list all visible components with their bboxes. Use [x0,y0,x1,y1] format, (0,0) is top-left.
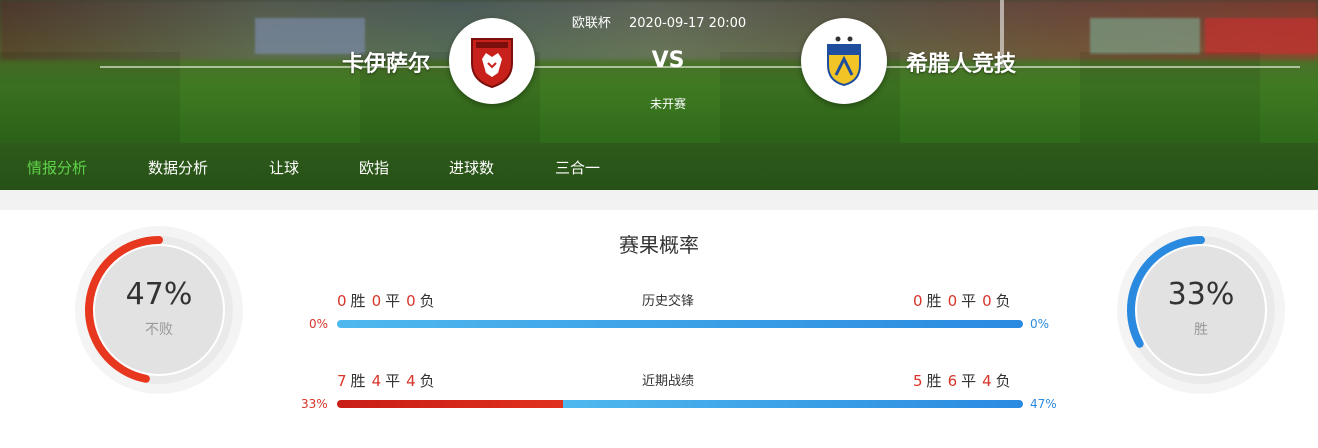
tab-intel-analysis[interactable]: 情报分析 [27,157,87,178]
tab-data-analysis[interactable]: 数据分析 [148,157,208,178]
recent-form-title: 近期战绩 [641,374,694,389]
h2h-bar-away [337,320,1023,328]
tab-three-in-one[interactable]: 三合一 [555,157,600,178]
loss-label: 负 [419,292,435,310]
away-recent-losses: 4 [982,372,992,390]
tab-handicap[interactable]: 让球 [269,157,299,178]
home-h2h-wins: 0 [337,292,347,310]
home-h2h-record: 0胜0平0负 [337,290,441,311]
tab-euro-odds[interactable]: 欧指 [359,157,389,178]
head-to-head-title: 历史交锋 [641,294,694,309]
away-ring-label: 胜 [1194,322,1208,338]
result-probability-panel: 赛果概率 47% 不败 33% 胜 历史交锋 0胜0平0负 0 胜 0 平 0 … [0,210,1318,448]
apoel-badge-icon [827,36,861,87]
loss-label: 负 [419,372,435,390]
away-team-name[interactable]: 希腊人竞技 [906,46,1016,78]
home-recent-percent: 33% [301,397,328,411]
match-datetime: 2020-09-17 20:00 [629,16,747,31]
away-h2h-percent: 0% [1030,317,1050,331]
loss-label: 负 [995,372,1011,390]
away-h2h-draws: 0 [947,292,958,310]
home-recent-draws: 4 [371,372,382,390]
draw-label: 平 [961,292,977,310]
win-label: 胜 [350,292,366,310]
draw-label: 平 [961,372,977,390]
vs-label: VS [651,48,685,73]
competition-label: 欧联杯 [571,16,611,31]
recent-bar-home [337,400,563,408]
away-recent-record: 5胜6平4负 [913,370,1017,391]
draw-label: 平 [385,292,401,310]
tab-goals[interactable]: 进球数 [449,157,494,178]
home-recent-losses: 4 [406,372,416,390]
away-h2h-losses: 0 [982,292,992,310]
home-ring-label: 不败 [145,322,173,338]
win-label: 胜 [926,292,942,310]
loss-label: 负 [995,292,1011,310]
match-status: 未开赛 [649,97,686,111]
home-recent-record: 7胜4平4负 [337,370,441,391]
home-recent-wins: 7 [337,372,347,390]
draw-label: 平 [385,372,401,390]
home-h2h-percent: 0% [309,317,329,331]
away-recent-wins: 5 [913,372,923,390]
match-meta: 欧联杯 2020-09-17 20:00 [0,12,1318,31]
h2h-bar [337,320,1023,328]
match-header: 欧联杯 2020-09-17 20:00 卡伊萨尔 VS 未开赛 希腊人竞技 [0,0,1318,143]
away-recent-percent: 47% [1030,397,1057,411]
away-recent-draws: 6 [947,372,958,390]
tab-bar: 情报分析 数据分析 让球 欧指 进球数 三合一 [0,143,1318,190]
recent-bar-away [563,400,1023,408]
away-h2h-wins: 0 [913,292,923,310]
home-h2h-draws: 0 [371,292,382,310]
win-label: 胜 [350,372,366,390]
away-h2h-record: 0胜0平0负 [913,290,1017,311]
home-h2h-losses: 0 [406,292,416,310]
recent-form-bar [337,400,1023,408]
win-label: 胜 [926,372,942,390]
away-team-badge[interactable] [801,18,887,104]
